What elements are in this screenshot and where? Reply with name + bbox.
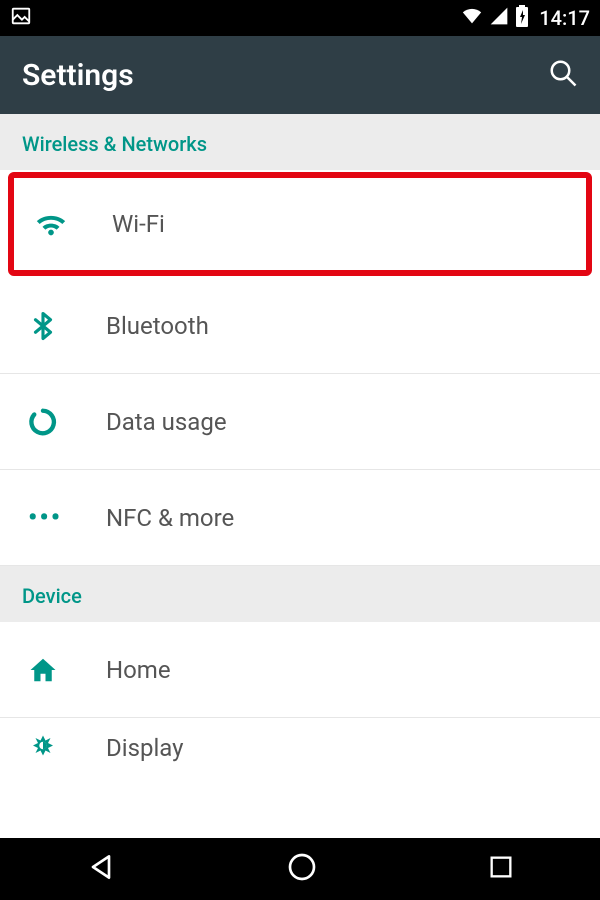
wifi-icon xyxy=(34,207,84,241)
settings-item-label: Display xyxy=(106,734,184,762)
more-icon: ••• xyxy=(28,503,78,533)
section-header-wireless: Wireless & Networks xyxy=(0,114,600,170)
data-usage-icon xyxy=(28,407,78,437)
home-button[interactable] xyxy=(286,851,318,887)
settings-item-bluetooth[interactable]: Bluetooth xyxy=(0,278,600,374)
recent-apps-button[interactable] xyxy=(487,853,515,885)
bluetooth-icon xyxy=(28,311,78,341)
status-time: 14:17 xyxy=(539,6,590,30)
page-title: Settings xyxy=(22,58,134,93)
settings-item-data-usage[interactable]: Data usage xyxy=(0,374,600,470)
navigation-bar xyxy=(0,838,600,900)
picture-icon xyxy=(10,5,32,31)
status-bar: 14:17 xyxy=(0,0,600,36)
app-bar: Settings xyxy=(0,36,600,114)
signal-icon xyxy=(489,6,509,30)
display-icon xyxy=(28,733,78,763)
battery-charging-icon xyxy=(515,5,529,31)
settings-item-label: Home xyxy=(106,656,171,684)
section-header-device: Device xyxy=(0,566,600,622)
settings-item-label: Data usage xyxy=(106,408,227,436)
search-icon[interactable] xyxy=(548,58,578,92)
settings-item-label: Bluetooth xyxy=(106,312,209,340)
settings-item-wifi[interactable]: Wi-Fi xyxy=(8,172,592,276)
settings-item-home[interactable]: Home xyxy=(0,622,600,718)
settings-item-label: Wi-Fi xyxy=(112,210,165,238)
back-button[interactable] xyxy=(85,851,117,887)
home-icon xyxy=(28,655,78,685)
settings-item-display[interactable]: Display xyxy=(0,718,600,778)
settings-list[interactable]: Wireless & Networks Wi-Fi Bluetooth Data… xyxy=(0,114,600,778)
settings-item-label: NFC & more xyxy=(106,504,234,532)
wifi-status-icon xyxy=(461,5,483,31)
settings-item-nfc-more[interactable]: ••• NFC & more xyxy=(0,470,600,566)
